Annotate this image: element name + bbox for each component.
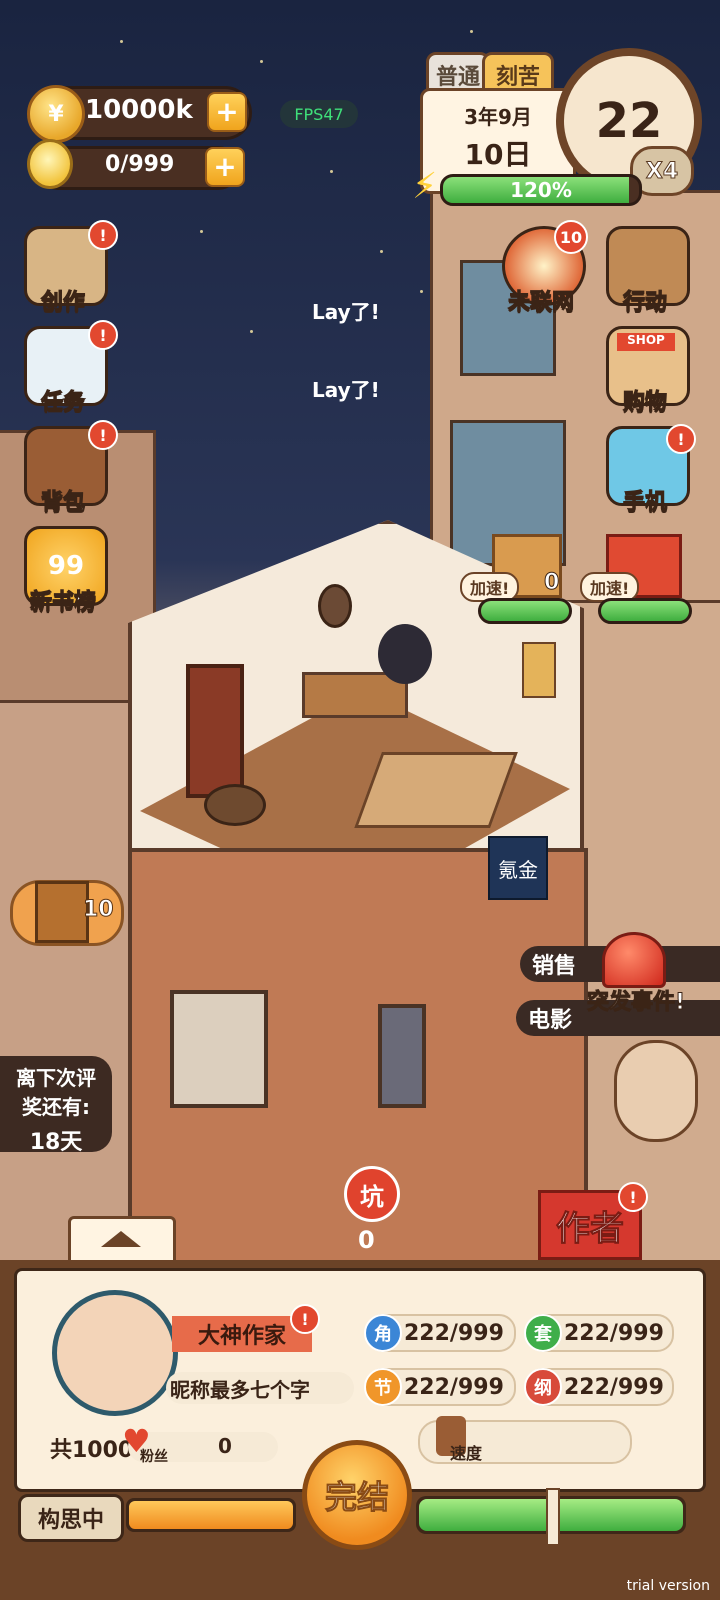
outline-icon: 纲: [524, 1368, 562, 1406]
fans-counter: ♥ 粉丝 0: [122, 1424, 278, 1465]
stat-routine: 套 222/999: [524, 1314, 674, 1352]
watermark: trial version: [626, 1578, 710, 1594]
menu-create[interactable]: 创作 !: [18, 220, 118, 316]
lower-window-2: [378, 1004, 426, 1108]
author-avatar[interactable]: [52, 1290, 178, 1416]
coins-counter: ¥ 10000k +: [27, 85, 252, 143]
bed[interactable]: [354, 752, 518, 828]
notification-badge: !: [88, 320, 118, 350]
menu-tasks-label: 任务: [40, 390, 85, 416]
menu-create-label: 创作: [40, 290, 85, 316]
emergency-event-label: 突发事件!: [586, 990, 686, 1016]
arrow-up-icon: [101, 1231, 141, 1247]
fps-counter: FPS47: [280, 100, 358, 128]
notification-badge: !: [88, 420, 118, 450]
pit-button[interactable]: 坑: [344, 1166, 400, 1222]
fans-label: 粉丝: [140, 1449, 168, 1465]
menu-shop-label: 购物: [622, 390, 667, 416]
notification-badge: !: [666, 424, 696, 454]
menu-offline-label: 未联网: [507, 290, 574, 316]
siren-icon: [602, 932, 666, 988]
energy-bar: 120%: [440, 174, 642, 206]
stat-character: 角 222/999: [364, 1314, 516, 1352]
character-icon: 角: [364, 1314, 402, 1352]
building-sign: 氪金: [488, 836, 548, 900]
progress-marker: [546, 1488, 560, 1546]
calendar-month: 3年9月: [464, 105, 532, 129]
pit-count: 0: [358, 1226, 375, 1254]
floating-text: Lay了!: [312, 300, 380, 324]
menu-action[interactable]: 行动: [600, 226, 690, 316]
menu-offline[interactable]: 未联网 10: [496, 220, 588, 316]
menu-phone[interactable]: 手机 !: [600, 424, 696, 516]
delivery-progress-fill: [601, 601, 689, 621]
delivery-count: 0: [543, 570, 560, 596]
review-countdown: 离下次评 奖还有: 18天: [0, 1056, 112, 1155]
stat-value: 222/999: [404, 1374, 504, 1400]
menu-action-label: 行动: [622, 290, 667, 316]
shop-sign: SHOP: [617, 333, 675, 351]
add-ideas-button[interactable]: +: [205, 147, 245, 187]
ideas-counter: 0/999 +: [27, 139, 245, 190]
lightbulb-icon: [27, 139, 73, 189]
notification-count-badge: 10: [554, 220, 588, 254]
menu-new-books-label: 新书榜: [29, 590, 96, 616]
npc-avatar[interactable]: [614, 1040, 698, 1142]
menu-new-books[interactable]: 99 新书榜: [18, 526, 108, 616]
lightning-icon[interactable]: ⚡: [412, 166, 452, 210]
delivery-progress: [478, 598, 572, 624]
treasure-chest-button[interactable]: 10: [10, 880, 124, 946]
stat-plot: 节 222/999: [364, 1368, 516, 1406]
ideas-value: 0/999: [105, 152, 175, 177]
finish-button[interactable]: 完结: [302, 1440, 412, 1550]
coin-icon: ¥: [27, 85, 85, 143]
rug: [204, 784, 266, 826]
chest-icon: [35, 881, 89, 943]
menu-shop[interactable]: SHOP 购物: [600, 326, 690, 416]
notification-badge: !: [618, 1182, 648, 1212]
notification-badge: !: [88, 220, 118, 250]
delivery-progress-fill: [481, 601, 569, 621]
writer-character[interactable]: [378, 624, 432, 684]
notification-badge: !: [290, 1304, 320, 1334]
lower-window: [170, 990, 268, 1108]
routine-icon: 套: [524, 1314, 562, 1352]
idea-progress-fill: [129, 1501, 293, 1529]
review-line2: 奖还有:: [22, 1095, 90, 1119]
stat-value: 222/999: [564, 1320, 664, 1346]
stat-value: 222/999: [404, 1320, 504, 1346]
add-coins-button[interactable]: +: [207, 92, 247, 132]
fans-count: 0: [218, 1434, 232, 1458]
round-window: [318, 584, 352, 628]
plot-icon: 节: [364, 1368, 402, 1406]
floating-text: Lay了!: [312, 378, 380, 402]
wall-poster: [522, 642, 556, 698]
menu-backpack-label: 背包: [40, 490, 85, 516]
menu-tasks[interactable]: 任务 !: [18, 320, 118, 416]
energy-text: 120%: [510, 178, 572, 202]
emergency-event-popup[interactable]: 突发事件!: [576, 918, 694, 1018]
menu-backpack[interactable]: 背包 !: [18, 420, 118, 516]
speed-indicator: 速度: [418, 1416, 632, 1464]
idea-progress: [126, 1498, 296, 1532]
review-line1: 离下次评: [16, 1066, 96, 1090]
total-text: 共1000: [50, 1438, 134, 1463]
stat-outline: 纲 222/999: [524, 1368, 674, 1406]
menu-phone-label: 手机: [622, 490, 667, 516]
nickname[interactable]: 昵称最多七个字: [166, 1372, 354, 1404]
status-thinking: 构思中: [18, 1494, 124, 1542]
movie-event-label: 电影: [528, 1008, 573, 1033]
speed-label: 速度: [450, 1444, 483, 1463]
coins-value: 10000k: [85, 95, 193, 125]
review-days: 18天: [29, 1130, 83, 1155]
chest-count: 10: [83, 897, 115, 923]
sales-event-label: 销售: [532, 954, 577, 979]
delivery-progress: [598, 598, 692, 624]
stat-value: 222/999: [564, 1374, 664, 1400]
room-door[interactable]: [186, 664, 244, 798]
